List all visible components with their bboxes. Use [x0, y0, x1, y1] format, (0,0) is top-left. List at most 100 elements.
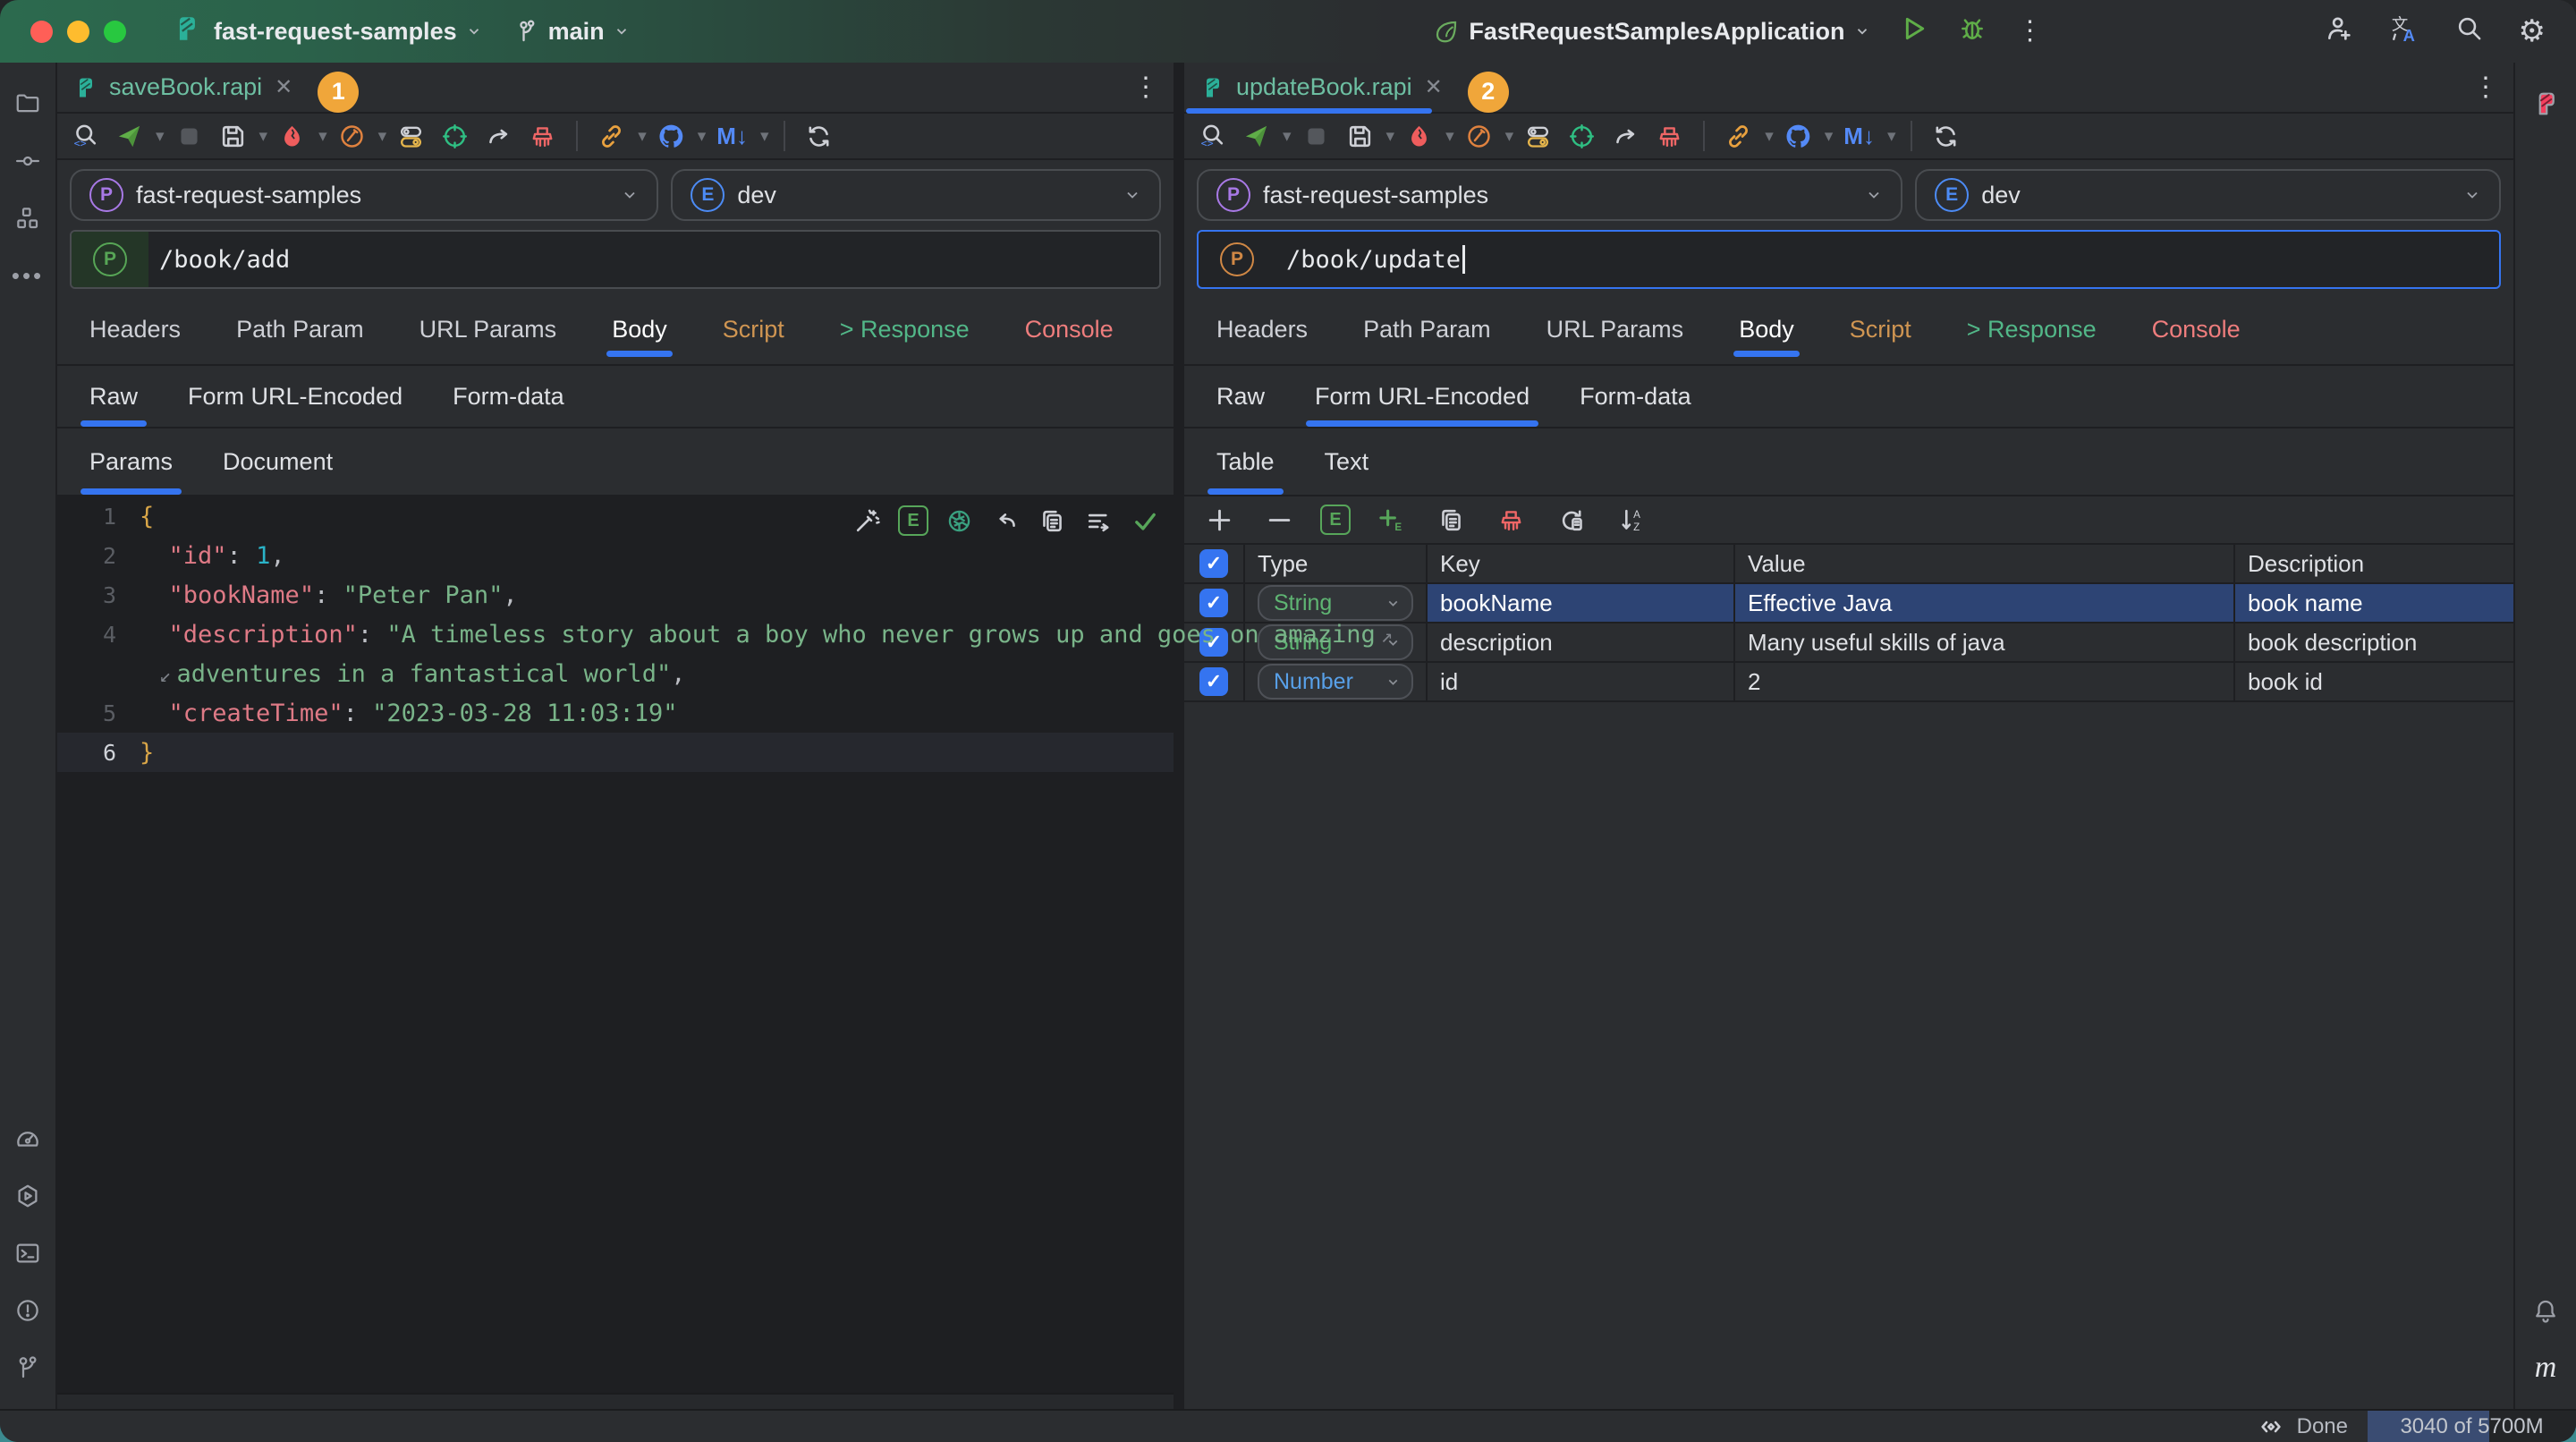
copy-icon[interactable] [1432, 501, 1470, 539]
tab-path-param[interactable]: Path Param [1363, 294, 1491, 364]
mode-form-url-encoded[interactable]: Form URL-Encoded [1315, 366, 1530, 427]
flame-icon[interactable] [273, 117, 311, 155]
save-dropdown-chevron-icon[interactable]: ▾ [1386, 126, 1395, 147]
commit-tool-icon[interactable] [8, 141, 47, 181]
json-editor[interactable]: E 1{ 2 "id": 1, 3 "bookName": "Peter Pan… [57, 496, 1174, 1409]
row-key-cell[interactable]: description [1428, 623, 1733, 661]
column-header-value[interactable]: Value [1735, 545, 2233, 582]
tab-body[interactable]: Body [1739, 294, 1794, 364]
tab-table[interactable]: Table [1216, 428, 1275, 495]
run-button[interactable] [1899, 14, 1928, 49]
column-header-key[interactable]: Key [1428, 545, 1733, 582]
cleaner-brush-icon[interactable] [1492, 501, 1530, 539]
row-description-cell[interactable]: book id [2235, 663, 2513, 700]
traffic-lights[interactable] [30, 21, 126, 43]
target-icon[interactable] [1563, 117, 1601, 155]
tab-updatebook-rapi[interactable]: updateBook.rapi ✕ [1184, 63, 1455, 112]
send-request-icon[interactable] [110, 117, 148, 155]
run-configuration-widget[interactable]: FastRequestSamplesApplication [1433, 18, 1869, 46]
zoom-window-button[interactable] [104, 21, 126, 43]
close-window-button[interactable] [30, 21, 53, 43]
github-icon[interactable] [1779, 117, 1818, 155]
send-request-icon[interactable] [1237, 117, 1275, 155]
escape-badge-icon[interactable]: E [1320, 505, 1351, 535]
vcs-widget[interactable]: main [514, 18, 630, 46]
tab-url-params[interactable]: URL Params [1546, 294, 1684, 364]
toggles-icon[interactable] [1519, 117, 1557, 155]
fast-request-tool-icon[interactable] [2526, 84, 2565, 123]
maven-tool-icon[interactable]: m [2526, 1348, 2565, 1387]
url-input[interactable]: P /book/add [70, 230, 1161, 289]
remove-row-icon[interactable] [1260, 501, 1299, 539]
send-dropdown-chevron-icon[interactable]: ▾ [1283, 126, 1292, 147]
mode-form-data[interactable]: Form-data [453, 366, 564, 427]
project-widget[interactable]: fast-request-samples [214, 18, 482, 46]
row-value-cell[interactable]: 2 [1735, 663, 2233, 700]
tab-script[interactable]: Script [723, 294, 784, 364]
mode-raw[interactable]: Raw [1216, 366, 1265, 427]
structure-tool-icon[interactable] [8, 199, 47, 238]
url-input[interactable]: P /book/update [1197, 230, 2501, 289]
tab-path-param[interactable]: Path Param [236, 294, 364, 364]
close-tab-icon[interactable]: ✕ [275, 74, 292, 100]
environment-select[interactable]: E dev [671, 169, 1161, 221]
tab-body[interactable]: Body [612, 294, 667, 364]
project-select[interactable]: P fast-request-samples [1197, 169, 1902, 221]
add-user-button[interactable] [2325, 14, 2353, 49]
sort-az-icon[interactable]: AZ [1612, 501, 1650, 539]
convert-icon[interactable] [1552, 501, 1590, 539]
row-key-cell[interactable]: id [1428, 663, 1733, 700]
terminal-tool-icon[interactable] [8, 1234, 47, 1273]
markdown-export-icon[interactable]: M↓ [1838, 117, 1880, 155]
tab-document[interactable]: Document [223, 428, 333, 495]
cleaner-brush-icon[interactable] [1650, 117, 1689, 155]
services-tool-icon[interactable] [8, 1176, 47, 1216]
undo-icon[interactable] [990, 502, 1021, 539]
validate-check-icon[interactable] [1130, 502, 1161, 539]
tab-headers[interactable]: Headers [89, 294, 181, 364]
markdown-dropdown-chevron-icon[interactable]: ▾ [1887, 126, 1896, 147]
project-tool-icon[interactable] [8, 84, 47, 123]
column-header-description[interactable]: Description [2235, 545, 2513, 582]
tab-text[interactable]: Text [1325, 428, 1369, 495]
row-value-cell[interactable]: Effective Java [1735, 584, 2233, 622]
tab-response[interactable]: > Response [840, 294, 970, 364]
tab-response[interactable]: > Response [1967, 294, 2097, 364]
more-actions-kebab-icon[interactable]: ⋮ [2017, 22, 2044, 40]
github-dropdown-chevron-icon[interactable]: ▾ [698, 126, 707, 147]
endpoints-tool-icon[interactable] [8, 1119, 47, 1158]
row-value-cell[interactable]: Many useful skills of java [1735, 623, 2233, 661]
tab-script[interactable]: Script [1850, 294, 1911, 364]
notifications-bell-icon[interactable] [2526, 1291, 2565, 1330]
mode-raw[interactable]: Raw [89, 366, 138, 427]
tab-console[interactable]: Console [2152, 294, 2241, 364]
escape-badge-icon[interactable]: E [898, 505, 928, 536]
refresh-icon[interactable] [1927, 117, 1965, 155]
close-tab-icon[interactable]: ✕ [1425, 74, 1443, 100]
rollback-icon[interactable] [479, 117, 518, 155]
row-type-select[interactable]: Number [1245, 663, 1426, 700]
row-checkbox[interactable]: ✓ [1184, 584, 1243, 622]
refresh-icon[interactable] [800, 117, 838, 155]
tab-savebook-rapi[interactable]: saveBook.rapi ✕ [57, 63, 305, 112]
tab-options-kebab-icon[interactable]: ⋮ [2472, 79, 2499, 97]
version-control-tool-icon[interactable] [8, 1348, 47, 1387]
markdown-dropdown-chevron-icon[interactable]: ▾ [760, 126, 769, 147]
link-icon[interactable] [1719, 117, 1758, 155]
edit-dropdown-chevron-icon[interactable]: ▾ [1505, 126, 1514, 147]
reformat-icon[interactable] [1083, 502, 1114, 539]
mode-form-url-encoded[interactable]: Form URL-Encoded [188, 366, 402, 427]
flame-icon[interactable] [1400, 117, 1438, 155]
link-dropdown-chevron-icon[interactable]: ▾ [1765, 126, 1774, 147]
send-dropdown-chevron-icon[interactable]: ▾ [156, 126, 165, 147]
api-search-icon[interactable]: <> [1193, 117, 1232, 155]
environment-select[interactable]: E dev [1915, 169, 2501, 221]
add-row-icon[interactable] [1200, 501, 1239, 539]
tab-console[interactable]: Console [1025, 294, 1114, 364]
translate-icon[interactable]: 文A [2389, 13, 2419, 50]
minimize-window-button[interactable] [67, 21, 89, 43]
openai-icon[interactable] [944, 502, 975, 539]
flame-dropdown-chevron-icon[interactable]: ▾ [318, 126, 327, 147]
rollback-icon[interactable] [1606, 117, 1645, 155]
memory-indicator[interactable]: 3040 of 5700M [2368, 1411, 2576, 1442]
